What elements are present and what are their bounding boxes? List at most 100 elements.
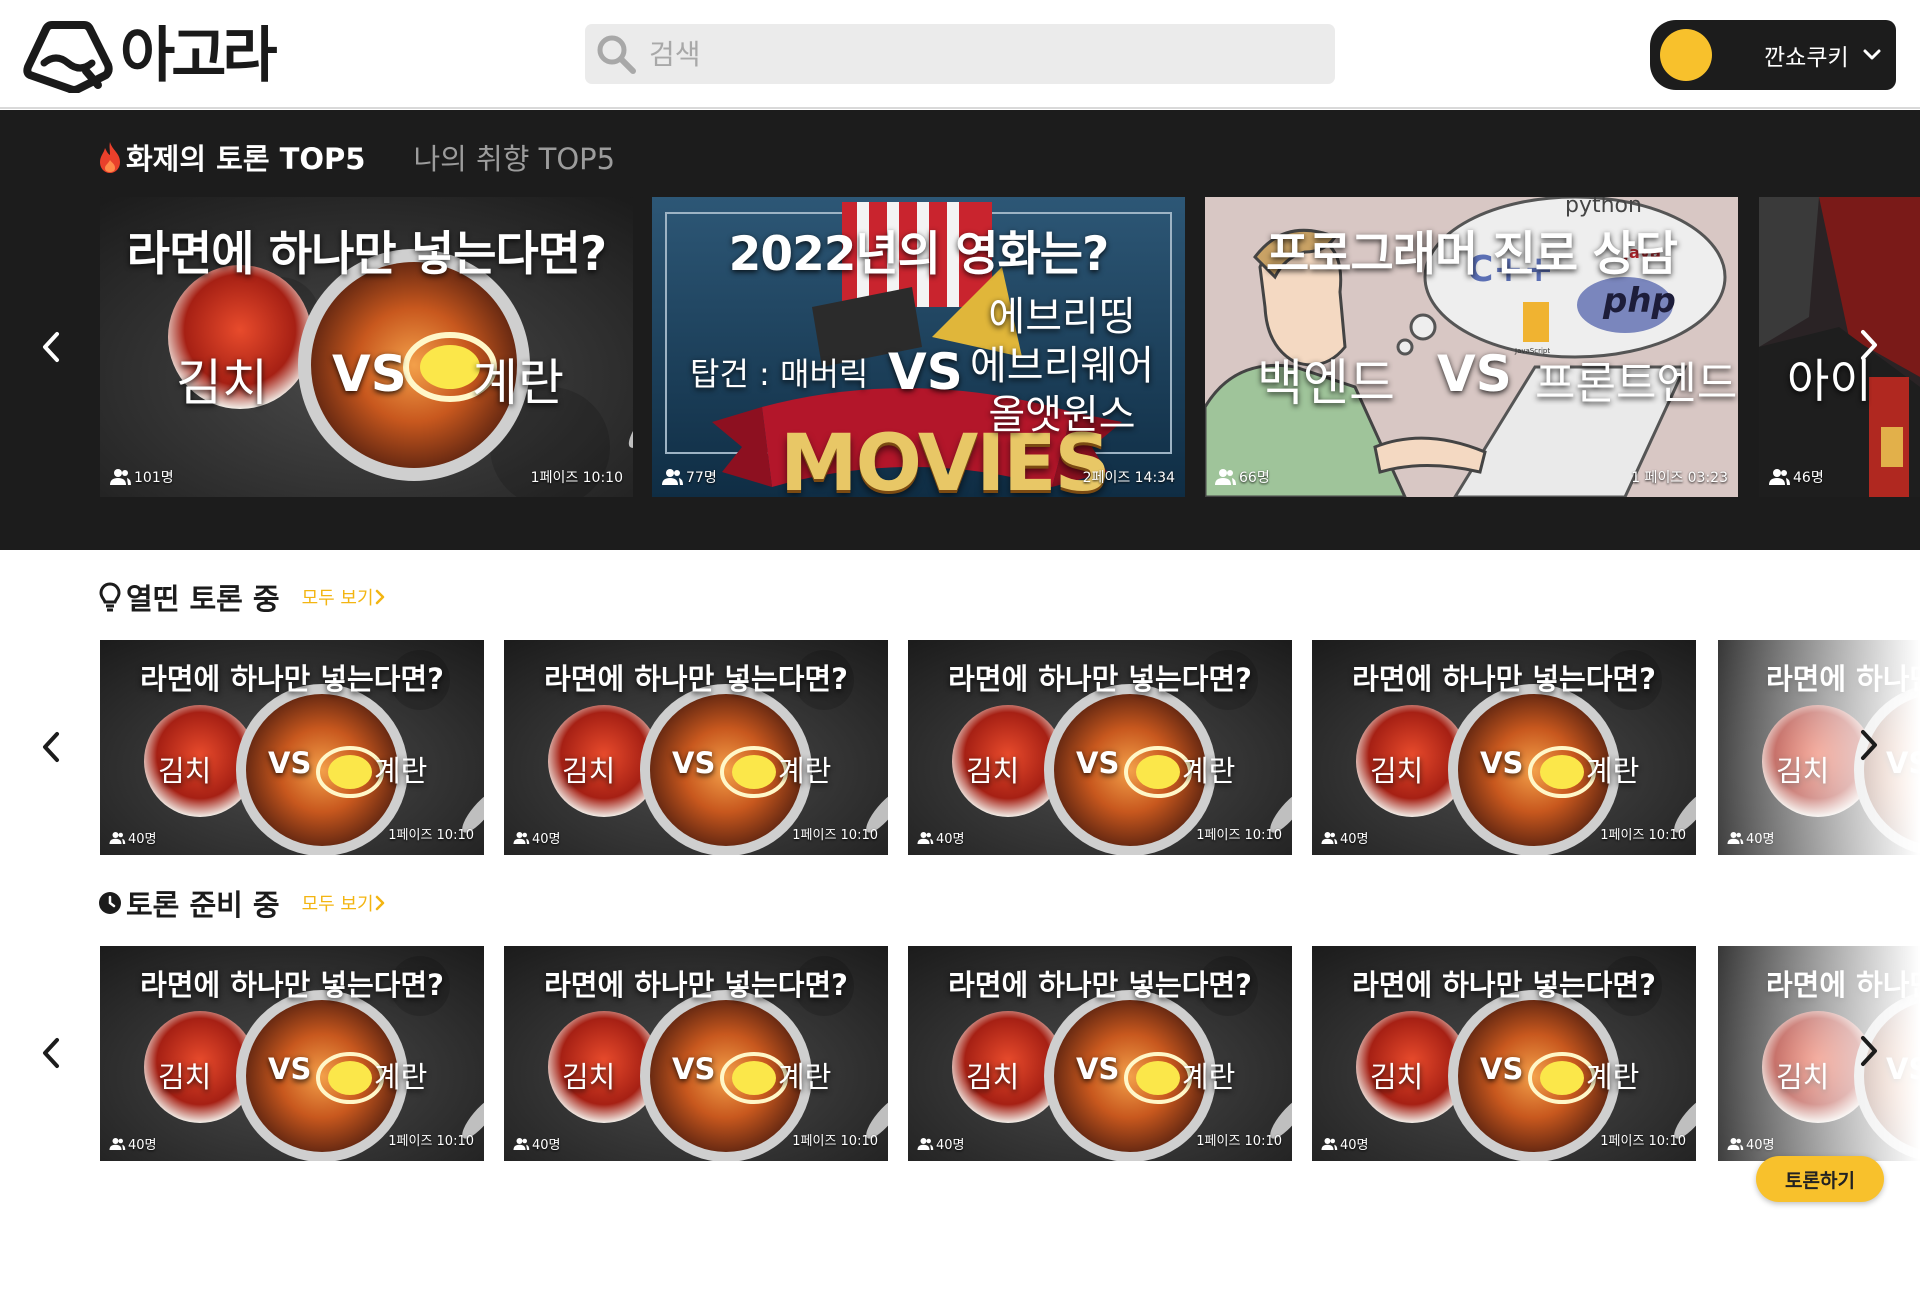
- vs-label: VS: [332, 345, 407, 403]
- hot-card[interactable]: 2022년의 영화는? MOVIES 탑건 : 매버릭 VS 에브리띵 에브리웨…: [652, 197, 1185, 497]
- participants: 40명: [1320, 828, 1369, 847]
- person-icon: [1727, 831, 1744, 844]
- debate-card[interactable]: 라면에 하나만 넣는다면? 김치 VS 계란 40명 1페이즈 10:10: [908, 640, 1292, 855]
- phase-timer: 1페이즈 10:10: [388, 828, 474, 843]
- option-left: 김치: [158, 754, 212, 788]
- chevron-left-icon[interactable]: [40, 730, 62, 764]
- option-left: 김치: [1370, 754, 1424, 788]
- option-right: 에브리띵 에브리웨어 올앳원스: [970, 293, 1154, 440]
- hot-card[interactable]: 아이 46명: [1759, 197, 1920, 497]
- debate-card[interactable]: 라면에 하나만 넣는다면? 김치 VS 계란 40명 1페이즈 10:10: [504, 946, 888, 1161]
- card-title: 라면에 하나만 넣는다면?: [1766, 968, 1920, 1002]
- card-title: 라면에 하나만 넣는다면?: [126, 227, 607, 282]
- participants: 40명: [108, 1134, 157, 1153]
- see-all-label: 모두 보기: [301, 894, 374, 915]
- debate-card[interactable]: 라면에 하나만 넣는다면?김치VS계란40명: [1718, 946, 1920, 1161]
- participants-count: 40명: [532, 1138, 561, 1153]
- person-icon: [662, 469, 683, 485]
- participants: 77명: [660, 467, 717, 487]
- option-left: 김치: [1776, 754, 1830, 788]
- participants: 46명: [1767, 467, 1824, 487]
- option-left: 백엔드: [1257, 354, 1395, 412]
- chevron-right-icon: [375, 895, 384, 911]
- participants-count: 40명: [532, 832, 561, 847]
- person-icon: [1321, 1137, 1338, 1150]
- card-title: 라면에 하나만 넣는다면?: [140, 968, 444, 1002]
- vs-label: VS: [672, 1052, 716, 1086]
- participants: 40명: [1320, 1134, 1369, 1153]
- debate-card[interactable]: 라면에 하나만 넣는다면? 김치 VS 계란 40명 1페이즈 10:10: [100, 946, 484, 1161]
- option-left: 김치: [1370, 1060, 1424, 1094]
- hot-card[interactable]: python C++ php Java JavaScript 프로그래머 진로 …: [1205, 197, 1738, 497]
- option-right: 계란: [1182, 1060, 1236, 1094]
- participants: 101명: [108, 467, 174, 487]
- see-all-link[interactable]: 모두 보기: [302, 584, 386, 610]
- vs-label: VS: [268, 1052, 312, 1086]
- hot-tabs: 화제의 토론 TOP5 나의 취향 TOP5: [98, 136, 615, 178]
- option-right: 계란: [778, 754, 832, 788]
- card-title: 라면에 하나만 넣는다면?: [1352, 968, 1656, 1002]
- vs-label: VS: [1886, 746, 1920, 780]
- debate-card[interactable]: 라면에 하나만 넣는다면? 김치 VS 계란 40명 1페이즈 10:10: [908, 946, 1292, 1161]
- option-left: 탑건 : 매버릭: [690, 355, 869, 393]
- phase-timer: 1페이즈 10:10: [792, 828, 878, 843]
- person-icon: [1769, 469, 1790, 485]
- phase-timer: 1페이즈 10:10: [792, 1134, 878, 1149]
- debate-card[interactable]: 라면에 하나만 넣는다면? 김치 VS 계란 40명 1페이즈 10:10: [100, 640, 484, 855]
- logo[interactable]: 아고라: [22, 16, 278, 96]
- participants: 40명: [512, 828, 561, 847]
- php-logo: php: [1603, 281, 1676, 321]
- chevron-right-icon: [375, 589, 384, 605]
- card-title: 2022년의 영화는?: [728, 227, 1110, 282]
- tab-hot-top5[interactable]: 화제의 토론 TOP5: [98, 136, 365, 178]
- option-right: 계란: [374, 754, 428, 788]
- person-icon: [917, 1137, 934, 1150]
- card-title: 라면에 하나만 넣는다면?: [140, 662, 444, 696]
- participants-count: 46명: [1793, 470, 1824, 486]
- hot-card[interactable]: 라면에 하나만 넣는다면? 김치 VS 계란 101명 1페이즈 10:10: [100, 197, 633, 497]
- vs-label: VS: [1076, 1052, 1120, 1086]
- chevron-right-icon[interactable]: [1858, 328, 1880, 362]
- participants: 40명: [108, 828, 157, 847]
- option-right: 계란: [374, 1060, 428, 1094]
- search-input[interactable]: [649, 37, 1289, 71]
- option-right: 계란: [778, 1060, 832, 1094]
- ready-section-header: 토론 준비 중 모두 보기: [98, 882, 386, 924]
- chevron-right-icon[interactable]: [1858, 728, 1880, 762]
- option-left: 김치: [158, 1060, 212, 1094]
- chevron-right-icon[interactable]: [1858, 1034, 1880, 1068]
- participants-count: 40명: [128, 1138, 157, 1153]
- logo-text: 아고라: [120, 21, 278, 91]
- person-icon: [109, 1137, 126, 1150]
- vs-label: VS: [888, 343, 963, 401]
- chevron-left-icon[interactable]: [40, 330, 62, 364]
- vs-label: VS: [268, 746, 312, 780]
- tab-my-top5[interactable]: 나의 취향 TOP5: [413, 136, 615, 178]
- person-icon: [110, 469, 131, 485]
- debate-card[interactable]: 라면에 하나만 넣는다면?김치VS계란40명: [1718, 640, 1920, 855]
- user-menu[interactable]: 깐쇼쿠키: [1650, 20, 1896, 90]
- phase-timer: 1페이즈 10:10: [1196, 828, 1282, 843]
- see-all-label: 모두 보기: [301, 588, 374, 609]
- debate-card[interactable]: 라면에 하나만 넣는다면? 김치 VS 계란 40명 1페이즈 10:10: [1312, 946, 1696, 1161]
- chevron-down-icon[interactable]: [1862, 48, 1882, 62]
- see-all-link[interactable]: 모두 보기: [302, 890, 386, 916]
- card-title: 라면에 하나만 넣는다면?: [544, 968, 848, 1002]
- chevron-left-icon[interactable]: [40, 1036, 62, 1070]
- user-name: 깐쇼쿠키: [1764, 45, 1849, 71]
- hot-debates-section: 화제의 토론 TOP5 나의 취향 TOP5 라면에 하나만 넣는다면? 김치 …: [0, 110, 1920, 550]
- phase-timer: 2페이즈 14:34: [1082, 470, 1175, 486]
- debate-card[interactable]: 라면에 하나만 넣는다면? 김치 VS 계란 40명 1페이즈 10:10: [504, 640, 888, 855]
- card-title: 라면에 하나만 넣는다면?: [948, 662, 1252, 696]
- start-debate-button[interactable]: 토론하기: [1756, 1156, 1884, 1202]
- open-section-header: 열띤 토론 중 모두 보기: [98, 576, 386, 618]
- phase-timer: 1페이즈 10:10: [1600, 828, 1686, 843]
- person-icon: [1727, 1137, 1744, 1150]
- option-right-line: 올앳원스: [988, 392, 1136, 438]
- option-left: 김치: [966, 1060, 1020, 1094]
- search-bar[interactable]: [585, 24, 1335, 84]
- participants-count: 40명: [936, 1138, 965, 1153]
- debate-card[interactable]: 라면에 하나만 넣는다면? 김치 VS 계란 40명 1페이즈 10:10: [1312, 640, 1696, 855]
- bulb-icon: [99, 582, 121, 612]
- option-left: 김치: [562, 754, 616, 788]
